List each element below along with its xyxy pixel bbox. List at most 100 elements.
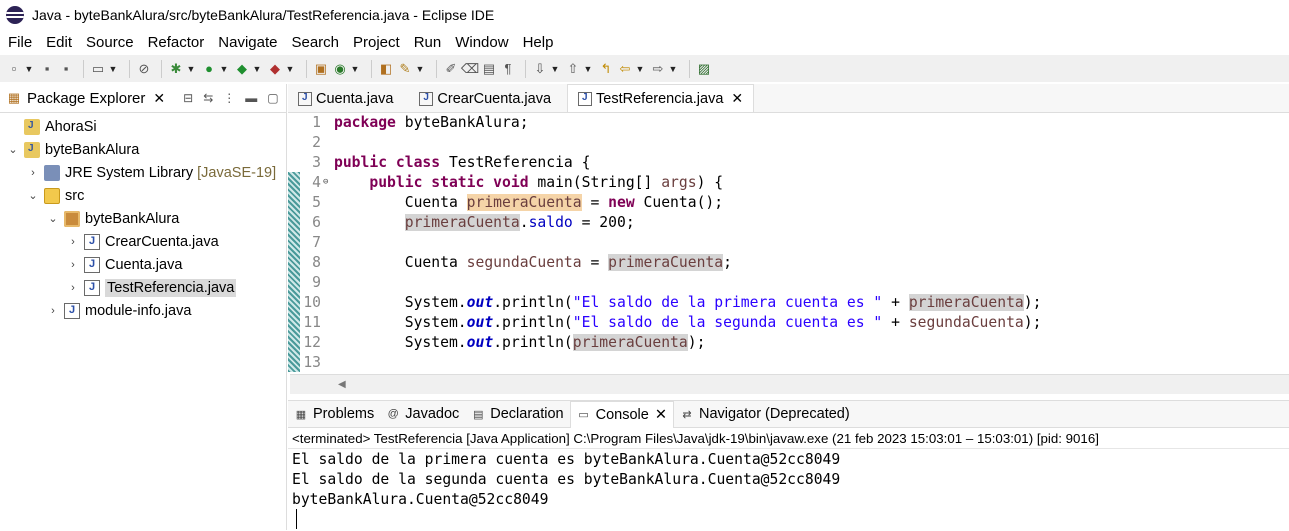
- problems-icon: ▦: [295, 408, 307, 421]
- toggle-mark-occurrences-icon[interactable]: ✐: [443, 61, 459, 77]
- terminal-icon[interactable]: ▭: [90, 61, 106, 77]
- title-bar: Java - byteBankAlura/src/byteBankAlura/T…: [0, 0, 1289, 30]
- save-all-icon[interactable]: ▪: [58, 61, 74, 77]
- code-editor[interactable]: 1 package byteBankAlura; 2 3 public clas…: [288, 112, 1289, 374]
- chevron-right-icon[interactable]: ›: [66, 259, 80, 271]
- block-selection-icon[interactable]: ▤: [481, 61, 497, 77]
- tree-item-src[interactable]: ⌄ src: [0, 184, 286, 207]
- code-line: 8 Cuenta segundaCuenta = primeraCuenta;: [312, 253, 732, 271]
- library-icon: [44, 164, 60, 181]
- tree-item-module-info[interactable]: › module-info.java: [0, 299, 286, 322]
- menu-help[interactable]: Help: [523, 34, 554, 51]
- skip-breakpoints-icon[interactable]: ⊘: [136, 61, 152, 77]
- search-icon[interactable]: ✎: [397, 61, 413, 77]
- new-icon[interactable]: ▫: [6, 61, 22, 77]
- chevron-right-icon[interactable]: ›: [66, 236, 80, 248]
- next-annotation-icon[interactable]: ⇩: [532, 61, 548, 77]
- chevron-down-icon[interactable]: ⌄: [46, 212, 60, 225]
- tab-declaration[interactable]: ▤ Declaration: [465, 401, 569, 427]
- chevron-down-icon[interactable]: ⌄: [6, 143, 20, 156]
- menu-project[interactable]: Project: [353, 34, 400, 51]
- tree-item-cuenta[interactable]: › Cuenta.java: [0, 253, 286, 276]
- new-java-project-icon[interactable]: ▣: [313, 61, 329, 77]
- last-edit-location-icon[interactable]: ↰: [598, 61, 614, 77]
- code-line: 5 Cuenta primeraCuenta = new Cuenta();: [312, 193, 724, 211]
- tree-item-bytebankalura-package[interactable]: ⌄ byteBankAlura: [0, 207, 286, 230]
- chevron-down-icon[interactable]: ▼: [253, 61, 262, 77]
- menu-bar: File Edit Source Refactor Navigate Searc…: [0, 30, 1289, 54]
- previous-annotation-icon[interactable]: ⇧: [565, 61, 581, 77]
- chevron-down-icon[interactable]: ▼: [551, 61, 560, 77]
- collapse-icon[interactable]: ⊖: [323, 177, 333, 187]
- chevron-down-icon[interactable]: ▼: [351, 61, 360, 77]
- tab-problems[interactable]: ▦ Problems: [288, 401, 380, 427]
- chevron-down-icon[interactable]: ▼: [584, 61, 593, 77]
- horizontal-scrollbar[interactable]: ◀: [290, 374, 1289, 394]
- navigator-icon: ⇄: [682, 408, 692, 421]
- tree-item-jre-system-library[interactable]: › JRE System Library [JavaSE-19]: [0, 161, 286, 184]
- chevron-right-icon[interactable]: ›: [46, 305, 60, 317]
- chevron-down-icon[interactable]: ▼: [187, 61, 196, 77]
- save-icon[interactable]: ▪: [39, 61, 55, 77]
- console-panel: ▦ Problems @ Javadoc ▤ Declaration ▭ Con…: [288, 400, 1289, 531]
- close-icon[interactable]: ✕: [731, 90, 743, 107]
- menu-file[interactable]: File: [8, 34, 32, 51]
- external-tools-icon[interactable]: ◆: [267, 61, 283, 77]
- tab-navigator[interactable]: ⇄ Navigator (Deprecated): [674, 401, 856, 427]
- package-explorer-tab[interactable]: Package Explorer: [27, 90, 145, 107]
- chevron-down-icon[interactable]: ▼: [220, 61, 229, 77]
- javadoc-icon: @: [387, 408, 399, 420]
- minimize-icon[interactable]: ▬: [245, 91, 257, 105]
- menu-source[interactable]: Source: [86, 34, 134, 51]
- code-line: 3 public class TestReferencia {: [312, 153, 591, 171]
- chevron-down-icon[interactable]: ▼: [636, 61, 645, 77]
- new-class-icon[interactable]: ◉: [332, 61, 348, 77]
- chevron-right-icon[interactable]: ›: [66, 282, 80, 294]
- close-icon[interactable]: ✕: [153, 90, 165, 107]
- menu-navigate[interactable]: Navigate: [218, 34, 277, 51]
- chevron-down-icon[interactable]: ▼: [109, 61, 118, 77]
- tab-console[interactable]: ▭ Console ✕: [569, 400, 674, 428]
- view-menu-icon[interactable]: ⋮: [223, 91, 235, 105]
- close-icon[interactable]: ✕: [655, 407, 667, 423]
- tree-item-bytebankalura-project[interactable]: ⌄ byteBankAlura: [0, 138, 286, 161]
- toolbar-separator: [525, 59, 526, 78]
- chevron-right-icon[interactable]: ›: [26, 167, 40, 179]
- forward-icon[interactable]: ⇨: [650, 61, 666, 77]
- chevron-down-icon[interactable]: ▼: [286, 61, 295, 77]
- menu-window[interactable]: Window: [455, 34, 508, 51]
- chevron-down-icon[interactable]: ⌄: [26, 189, 40, 202]
- run-icon[interactable]: ●: [201, 61, 217, 77]
- tab-javadoc[interactable]: @ Javadoc: [380, 401, 465, 427]
- java-project-icon: [24, 141, 40, 158]
- java-file-icon: [84, 256, 100, 273]
- tab-crearcuenta[interactable]: CrearCuenta.java: [409, 85, 561, 112]
- menu-run[interactable]: Run: [414, 34, 442, 51]
- tree-item-ahorasi[interactable]: AhoraSi: [0, 115, 286, 138]
- chevron-down-icon[interactable]: ▼: [25, 61, 34, 77]
- package-explorer-panel: ▦ Package Explorer ✕ ⊟ ⇆ ⋮ ▬ ▢ AhoraSi ⌄…: [0, 84, 287, 530]
- show-whitespace-icon[interactable]: ¶: [500, 61, 516, 77]
- menu-edit[interactable]: Edit: [46, 34, 72, 51]
- coverage-icon[interactable]: ◆: [234, 61, 250, 77]
- chevron-down-icon[interactable]: ▼: [416, 61, 425, 77]
- open-perspective-icon[interactable]: ▨: [696, 61, 712, 77]
- link-with-editor-icon[interactable]: ⇆: [203, 91, 213, 105]
- tab-cuenta[interactable]: Cuenta.java: [288, 85, 403, 112]
- debug-icon[interactable]: ✱: [168, 61, 184, 77]
- toggle-word-wrap-icon[interactable]: ⌫: [461, 61, 479, 77]
- open-type-icon[interactable]: ◧: [378, 61, 394, 77]
- tree-item-testreferencia[interactable]: › TestReferencia.java: [0, 276, 286, 299]
- tree-item-crearcuenta[interactable]: › CrearCuenta.java: [0, 230, 286, 253]
- back-icon[interactable]: ⇦: [617, 61, 633, 77]
- menu-refactor[interactable]: Refactor: [148, 34, 205, 51]
- collapse-all-icon[interactable]: ⊟: [183, 91, 193, 105]
- chevron-down-icon[interactable]: ▼: [669, 61, 678, 77]
- console-icon: ▭: [578, 409, 589, 421]
- scroll-left-icon[interactable]: ◀: [338, 379, 346, 390]
- tab-testreferencia[interactable]: TestReferencia.java ✕: [567, 84, 755, 112]
- maximize-icon[interactable]: ▢: [267, 91, 278, 105]
- menu-search[interactable]: Search: [291, 34, 339, 51]
- console-output[interactable]: El saldo de la primera cuenta es byteBan…: [288, 449, 1289, 529]
- java-file-icon: [84, 279, 100, 296]
